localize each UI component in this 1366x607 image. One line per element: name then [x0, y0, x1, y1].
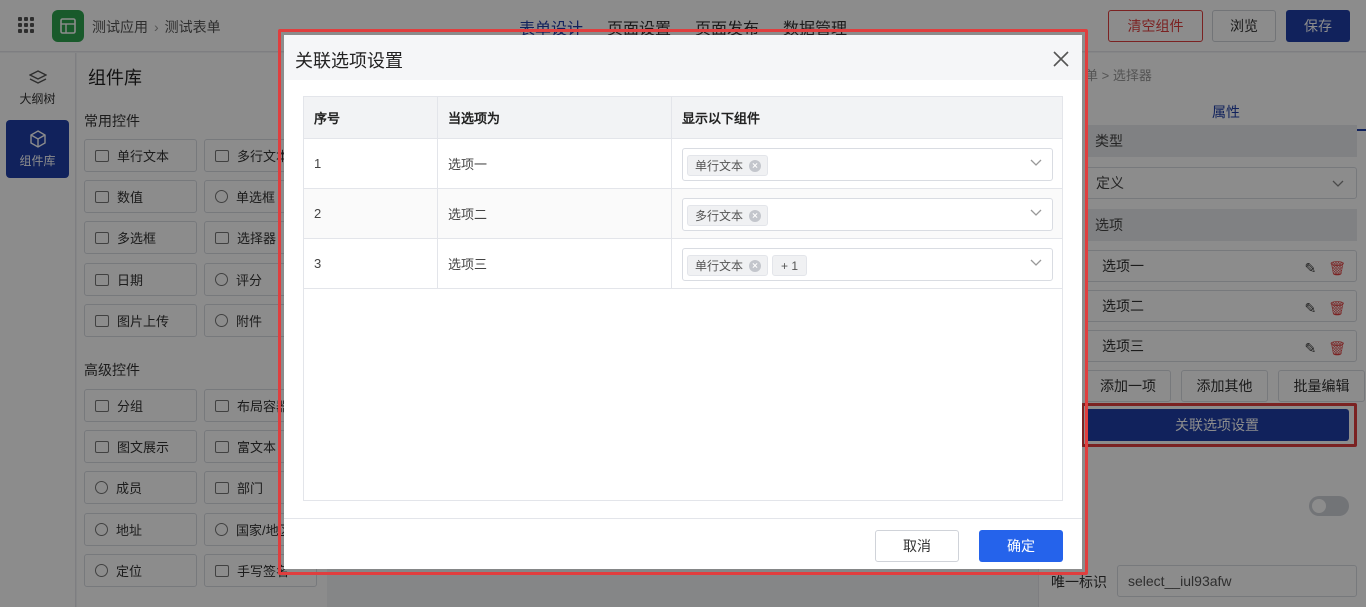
- components-multiselect[interactable]: 单行文本: [682, 148, 1053, 181]
- row-index: 3: [314, 256, 322, 271]
- more-tags-badge[interactable]: + 1: [772, 255, 808, 276]
- components-multiselect[interactable]: 多行文本: [682, 198, 1053, 231]
- table-row: 2 选项二 多行文本: [304, 189, 1062, 239]
- row-option: 选项三: [437, 239, 671, 288]
- tag-label: 单行文本: [695, 259, 744, 273]
- chevron-down-icon: [1030, 159, 1042, 166]
- components-multiselect[interactable]: 单行文本 + 1: [682, 248, 1053, 281]
- linked-options-table: 序号 当选项为 显示以下组件 1 选项一 单行文本 2 选项二 多行文本 3 选…: [303, 96, 1063, 501]
- row-index: 2: [314, 206, 322, 221]
- close-icon[interactable]: [1051, 49, 1071, 69]
- row-components-cell: 多行文本: [671, 189, 1062, 238]
- confirm-button[interactable]: 确定: [979, 530, 1063, 562]
- tag-remove-icon[interactable]: [749, 209, 762, 222]
- dialog-header: 关联选项设置: [284, 35, 1082, 80]
- chevron-down-icon: [1030, 209, 1042, 216]
- table-header: 序号 当选项为 显示以下组件: [304, 97, 1062, 139]
- linked-options-dialog: 关联选项设置 序号 当选项为 显示以下组件 1 选项一 单行文本 2 选项二 多…: [284, 35, 1082, 569]
- tag-label: 单行文本: [695, 159, 744, 173]
- cancel-button[interactable]: 取消: [875, 530, 959, 562]
- tag-remove-icon[interactable]: [749, 259, 762, 272]
- row-option: 选项一: [437, 139, 671, 188]
- row-components-cell: 单行文本: [671, 139, 1062, 188]
- table-row: 3 选项三 单行文本 + 1: [304, 239, 1062, 289]
- more-tags-count: + 1: [781, 258, 799, 273]
- column-index-header: 序号: [314, 111, 341, 126]
- row-option: 选项二: [437, 189, 671, 238]
- table-row: 1 选项一 单行文本: [304, 139, 1062, 189]
- component-tag: 单行文本: [687, 255, 769, 276]
- column-components-header: 显示以下组件: [671, 97, 1062, 138]
- dialog-title: 关联选项设置: [295, 51, 403, 71]
- row-components-cell: 单行文本 + 1: [671, 239, 1062, 288]
- row-index: 1: [314, 156, 322, 171]
- chevron-down-icon: [1030, 259, 1042, 266]
- tag-remove-icon[interactable]: [749, 159, 762, 172]
- component-tag: 多行文本: [687, 205, 769, 226]
- dialog-footer: 取消 确定: [284, 518, 1082, 569]
- component-tag: 单行文本: [687, 155, 769, 176]
- tag-label: 多行文本: [695, 209, 744, 223]
- column-option-header: 当选项为: [437, 97, 671, 138]
